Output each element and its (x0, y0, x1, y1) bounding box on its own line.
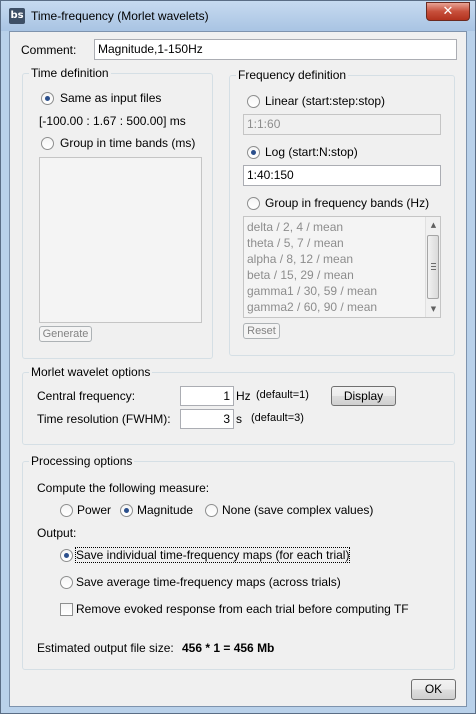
central-frequency-default: (default=1) (256, 389, 309, 401)
scroll-up-arrow-icon[interactable]: ▲ (426, 217, 441, 233)
title-bar[interactable]: bs Time-frequency (Morlet wavelets) ✕ (1, 1, 475, 31)
window-title: Time-frequency (Morlet wavelets) (31, 9, 209, 23)
time-range-text: [-100.00 : 1.67 : 500.00] ms (39, 114, 186, 128)
fwhm-unit: s (236, 412, 242, 426)
same-as-input-label[interactable]: Same as input files (60, 91, 161, 105)
comment-input[interactable]: Magnitude,1-150Hz (94, 39, 457, 60)
freq-bands-scrollbar[interactable]: ▲ ▼ (425, 217, 440, 317)
close-icon: ✕ (442, 4, 454, 19)
reset-button[interactable]: Reset (243, 323, 280, 339)
measure-magnitude-radio[interactable] (120, 504, 133, 517)
remove-evoked-checkbox[interactable] (60, 603, 73, 616)
close-button[interactable]: ✕ (426, 2, 470, 21)
grip-line (431, 269, 436, 270)
group-freq-bands-label[interactable]: Group in frequency bands (Hz) (265, 196, 429, 210)
scroll-down-arrow-icon[interactable]: ▼ (426, 301, 441, 317)
freq-band-item: theta / 5, 7 / mean (247, 236, 344, 250)
measure-magnitude-label[interactable]: Magnitude (137, 503, 193, 517)
central-frequency-unit: Hz (236, 389, 251, 403)
measure-power-label[interactable]: Power (77, 503, 111, 517)
time-bands-textarea[interactable] (39, 157, 202, 323)
group-time-bands-radio[interactable] (41, 137, 54, 150)
freq-band-item: gamma1 / 30, 59 / mean (247, 284, 378, 298)
linear-freq-input[interactable]: 1:1:60 (243, 114, 441, 135)
morlet-options-title: Morlet wavelet options (29, 365, 153, 379)
scroll-thumb[interactable] (427, 235, 439, 299)
freq-bands-textarea[interactable]: delta / 2, 4 / mean theta / 5, 7 / mean … (243, 216, 441, 318)
time-definition-title: Time definition (29, 66, 111, 80)
linear-radio[interactable] (247, 95, 260, 108)
save-average-radio[interactable] (60, 576, 73, 589)
save-individual-label[interactable]: Save individual time-frequency maps (for… (74, 547, 351, 563)
measure-label: Compute the following measure: (37, 481, 210, 495)
log-freq-input[interactable]: 1:40:150 (243, 165, 441, 186)
freq-band-item: alpha / 8, 12 / mean (247, 252, 354, 266)
display-button[interactable]: Display (331, 386, 396, 406)
same-as-input-radio[interactable] (41, 92, 54, 105)
estimated-size-value: 456 * 1 = 456 Mb (182, 641, 275, 655)
save-average-label[interactable]: Save average time-frequency maps (across… (76, 575, 341, 589)
estimated-size-label: Estimated output file size: (37, 641, 174, 655)
brainstorm-app-icon: bs (9, 8, 25, 24)
dialog-content: Comment: Magnitude,1-150Hz Time definiti… (9, 31, 467, 707)
measure-power-radio[interactable] (60, 504, 73, 517)
linear-label[interactable]: Linear (start:step:stop) (265, 94, 385, 108)
save-individual-radio[interactable] (60, 549, 73, 562)
freq-band-item: delta / 2, 4 / mean (247, 220, 344, 234)
morlet-options-group: Morlet wavelet options Central frequency… (22, 365, 455, 445)
log-radio[interactable] (247, 146, 260, 159)
central-frequency-label: Central frequency: (37, 389, 136, 403)
frequency-definition-group: Frequency definition Linear (start:step:… (229, 68, 455, 356)
grip-line (431, 266, 436, 267)
group-time-bands-label[interactable]: Group in time bands (ms) (60, 136, 195, 150)
ok-button[interactable]: OK (411, 679, 456, 700)
fwhm-label: Time resolution (FWHM): (37, 412, 171, 426)
measure-none-radio[interactable] (205, 504, 218, 517)
remove-evoked-label[interactable]: Remove evoked response from each trial b… (76, 602, 409, 616)
dialog-window: bs Time-frequency (Morlet wavelets) ✕ Co… (0, 0, 476, 714)
group-freq-bands-radio[interactable] (247, 197, 260, 210)
freq-band-item: beta / 15, 29 / mean (247, 268, 354, 282)
freq-band-item: gamma2 / 60, 90 / mean (247, 300, 378, 314)
processing-options-title: Processing options (29, 454, 135, 468)
fwhm-input[interactable]: 3 (180, 409, 234, 429)
log-label[interactable]: Log (start:N:stop) (265, 145, 358, 159)
time-definition-group: Time definition Same as input files [-10… (22, 66, 213, 359)
output-label: Output: (37, 526, 77, 540)
processing-options-group: Processing options Compute the following… (22, 454, 455, 670)
measure-none-label[interactable]: None (save complex values) (222, 503, 373, 517)
central-frequency-input[interactable]: 1 (180, 386, 234, 406)
frequency-definition-title: Frequency definition (236, 68, 349, 82)
fwhm-default: (default=3) (251, 412, 304, 424)
generate-button[interactable]: Generate (39, 326, 92, 342)
comment-label: Comment: (21, 43, 77, 57)
grip-line (431, 263, 436, 264)
